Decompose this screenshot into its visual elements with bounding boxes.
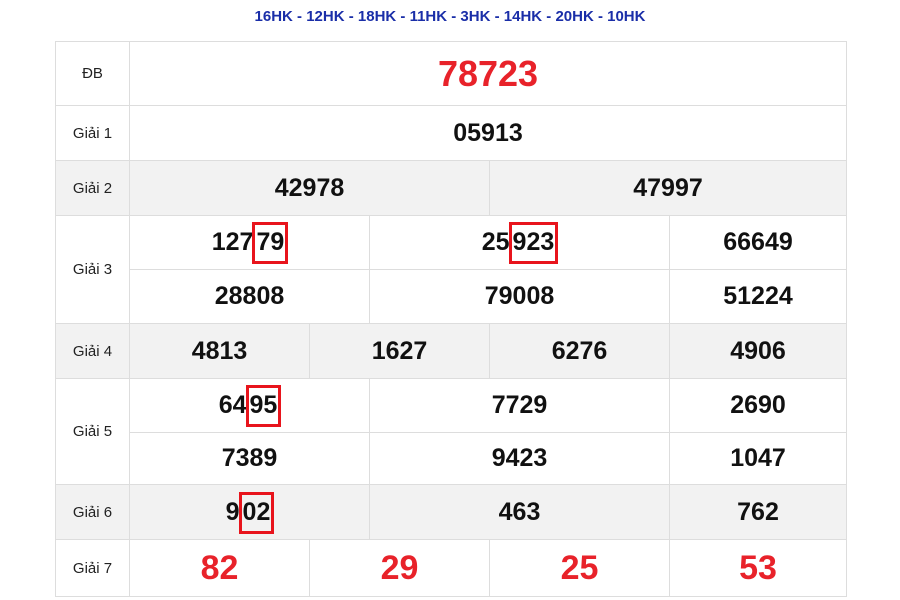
prize-label-g1: Giải 1 — [55, 105, 130, 161]
prize-3-number: 51224 — [723, 282, 793, 310]
prize-6-number: 9 02 — [226, 491, 275, 534]
highlight-box: 79 — [252, 222, 289, 264]
highlight-box: 923 — [508, 222, 559, 264]
prize-3-number: 66649 — [723, 228, 793, 256]
lottery-results-table: ĐB 78723 Giải 1 05913 Giải 2 42978 47997… — [55, 41, 848, 597]
prize-5-number: 1047 — [730, 444, 786, 472]
highlight-box: 02 — [238, 491, 275, 534]
lottery-codes: 16HK - 12HK - 18HK - 11HK - 3HK - 14HK -… — [254, 8, 646, 25]
prize-label-g2: Giải 2 — [55, 160, 130, 216]
prize-label-g4: Giải 4 — [55, 323, 130, 379]
prize-3-number: 28808 — [214, 282, 285, 310]
prize-2-number: 42978 — [274, 173, 345, 202]
row-prize-7: Giải 7 82 29 25 53 — [55, 539, 848, 597]
prize-label-g7: Giải 7 — [55, 539, 130, 597]
prize-4-number: 6276 — [551, 336, 608, 365]
row-prize-5b: 7389 9423 1047 — [56, 432, 848, 485]
prize-label-g5: Giải 5 — [55, 378, 130, 485]
prize-4-number: 4906 — [730, 336, 786, 365]
prize-3-number: 127 79 — [212, 222, 289, 264]
prize-3-number: 79008 — [484, 282, 555, 310]
prize-3-number: 25 923 — [482, 222, 559, 264]
prize-7-number: 29 — [380, 548, 419, 587]
prize-7-number: 82 — [200, 548, 239, 587]
prize-4-number: 1627 — [371, 336, 428, 365]
row-prize-6: Giải 6 9 02 463 762 — [55, 484, 848, 540]
row-prize-3b: 28808 79008 51224 — [56, 269, 848, 324]
prize-1-number: 05913 — [453, 118, 523, 147]
row-special-prize: ĐB 78723 — [55, 41, 848, 106]
prize-4-number: 4813 — [191, 336, 248, 365]
prize-5-number: 7389 — [221, 444, 278, 472]
row-prize-2: Giải 2 42978 47997 — [55, 160, 848, 216]
prize-2-number: 47997 — [633, 173, 703, 202]
prize-label-g3: Giải 3 — [55, 215, 130, 324]
prize-6-number: 463 — [498, 497, 541, 526]
prize-label-db: ĐB — [55, 41, 130, 106]
prize-5-number: 9423 — [491, 444, 548, 472]
prize-7-number: 25 — [560, 548, 599, 587]
prize-6-number: 762 — [737, 497, 779, 526]
prize-5-number: 7729 — [491, 391, 548, 419]
row-prize-1: Giải 1 05913 — [55, 105, 848, 161]
special-prize-number: 78723 — [437, 52, 539, 94]
prize-7-number: 53 — [739, 548, 777, 587]
row-prize-4: Giải 4 4813 1627 6276 4906 — [55, 323, 848, 379]
row-prize-5a: Giải 5 64 95 7729 2690 — [55, 378, 848, 485]
highlight-box: 95 — [245, 385, 282, 427]
prize-label-g6: Giải 6 — [55, 484, 130, 540]
prize-5-number: 2690 — [730, 391, 786, 419]
row-prize-3a: Giải 3 127 79 25 923 66649 — [55, 215, 848, 324]
prize-5-number: 64 95 — [219, 385, 282, 427]
